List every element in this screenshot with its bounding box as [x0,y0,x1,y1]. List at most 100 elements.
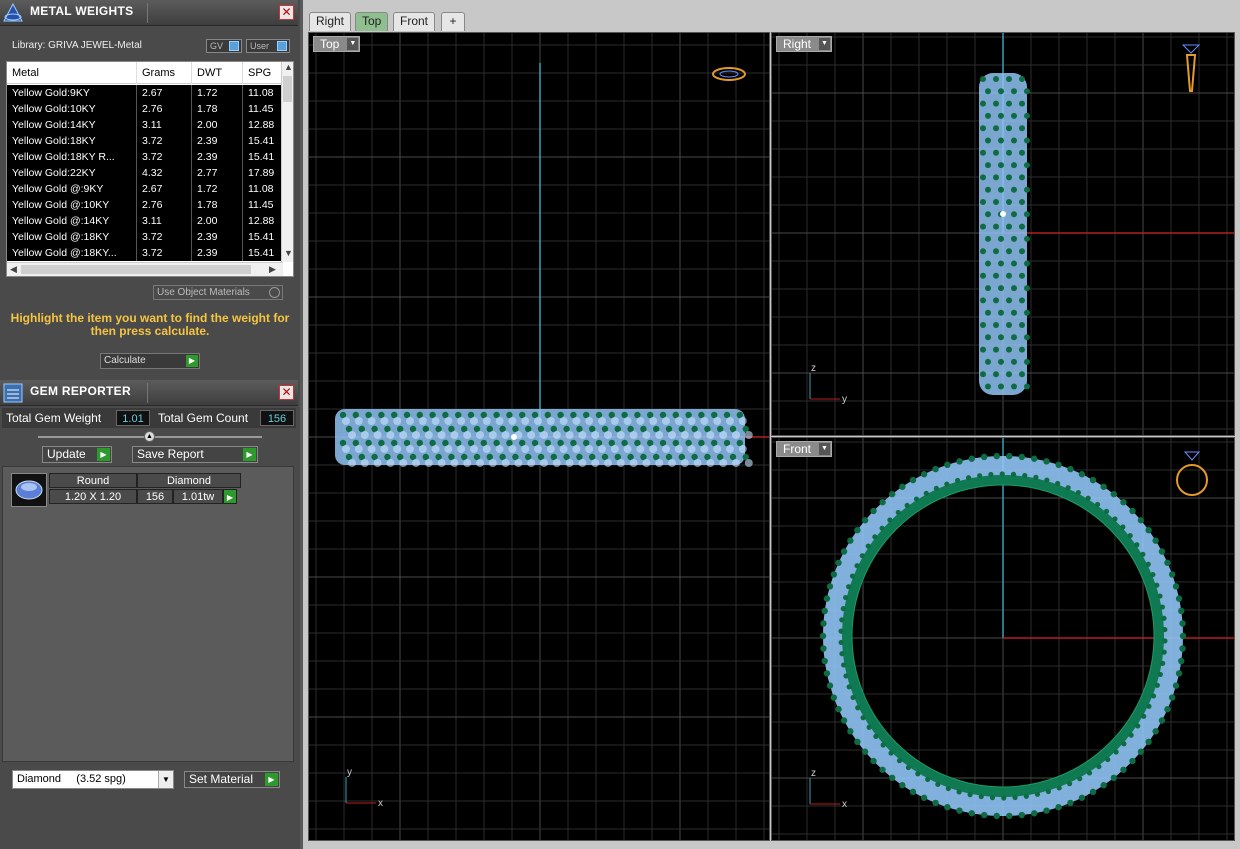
top-viewport-label[interactable]: Top ▼ [313,36,361,52]
prong [985,211,991,218]
metal-table-hscroll[interactable]: ◀ ▶ [7,262,283,276]
prong [1011,211,1017,218]
prong [823,595,831,602]
gv-toggle[interactable]: GV [206,39,242,53]
gem-seat [527,459,536,467]
close-gem-reporter-button[interactable]: ✕ [279,385,294,400]
chevron-down-icon[interactable]: ▼ [158,771,173,788]
grams-cell: 3.72 [137,133,192,149]
add-tab-button[interactable]: + [441,12,465,31]
prong [1024,309,1030,316]
chevron-down-icon[interactable]: ▼ [819,443,831,455]
slider-knob[interactable]: ▲ [144,431,155,442]
metal-row[interactable]: Yellow Gold @:9KY 2.67 1.72 11.08 [7,181,283,197]
front-viewport-canvas[interactable]: zx [772,438,1235,841]
metal-row[interactable]: Yellow Gold @:10KY 2.76 1.78 11.45 [7,197,283,213]
gem-seat [488,431,497,439]
metal-row[interactable]: Yellow Gold:22KY 4.32 2.77 17.89 [7,165,283,181]
metal-name-cell: Yellow Gold @:18KY... [7,245,137,261]
gem-seat [470,417,478,425]
calculate-button[interactable]: Calculate ▶ [100,353,200,369]
scroll-right-icon[interactable]: ▶ [269,264,276,275]
gem-details-go-icon[interactable]: ▶ [223,489,237,504]
metal-row[interactable]: Yellow Gold:18KY 3.72 2.39 15.41 [7,133,283,149]
scroll-down-icon[interactable]: ▼ [284,248,293,258]
col-metal[interactable]: Metal [7,62,137,84]
tab-front[interactable]: Front [393,12,436,31]
gem-seat [738,445,747,453]
save-report-button[interactable]: Save Report ▶ [132,446,258,463]
col-spg[interactable]: SPG [243,62,283,84]
material-select[interactable]: Diamond (3.52 spg) ▼ [12,770,174,789]
gem-seat [482,417,491,425]
prong [993,125,999,132]
front-viewport-label[interactable]: Front ▼ [776,441,833,457]
prong [1137,517,1145,524]
gem-thumbnail [11,473,47,507]
gem-seat [610,417,619,425]
total-gem-count-label: Total Gem Count [158,411,249,425]
right-viewport-label[interactable]: Right ▼ [776,36,833,52]
metal-row[interactable]: Yellow Gold:14KY 3.11 2.00 12.88 [7,117,283,133]
prong [998,112,1004,119]
gem-slider[interactable]: ▲ [38,431,262,442]
prong [866,724,872,730]
set-material-button[interactable]: Set Material ▶ [184,771,280,788]
use-object-materials-toggle[interactable]: Use Object Materials [153,285,283,300]
vscroll-thumb[interactable] [283,76,292,102]
prong [870,507,877,515]
gem-seat [342,417,350,425]
scroll-up-icon[interactable]: ▲ [284,62,293,72]
chevron-down-icon[interactable]: ▼ [819,38,831,50]
prong [1105,756,1111,763]
hscroll-thumb[interactable] [21,265,251,274]
top-viewport[interactable]: yx Top ▼ [308,32,770,841]
metal-table-vscroll[interactable]: ▲ ▼ [281,62,293,262]
gem-seat [373,431,382,439]
col-grams[interactable]: Grams [137,62,192,84]
chevron-down-icon[interactable]: ▼ [347,38,359,50]
right-viewport[interactable]: zy Right ▼ [771,32,1235,436]
prong [1159,604,1165,610]
tab-top[interactable]: Top [355,12,389,31]
right-viewport-canvas[interactable]: zy [772,33,1235,436]
metal-row[interactable]: Yellow Gold:10KY 2.76 1.78 11.45 [7,101,283,117]
gem-seat [559,445,568,453]
update-button[interactable]: Update ▶ [42,446,112,463]
prong [1150,693,1157,699]
prong [1178,657,1185,665]
gem-seat [534,445,542,453]
ring-orientation-icon [712,67,746,81]
spg-cell: 15.41 [243,229,283,245]
gem-count: 156 [137,489,173,504]
prong [944,461,951,469]
metal-name-cell: Yellow Gold @:18KY [7,229,137,245]
gem-seat [367,417,376,425]
col-dwt[interactable]: DWT [192,62,243,84]
metal-row[interactable]: Yellow Gold:18KY R... 3.72 2.39 15.41 [7,149,283,165]
close-metal-weights-button[interactable]: ✕ [279,5,294,20]
metal-row[interactable]: Yellow Gold:9KY 2.67 1.72 11.08 [7,85,283,101]
dwt-cell: 2.00 [192,213,243,229]
prong [1022,472,1028,479]
use-object-materials-radio[interactable] [269,287,280,298]
front-viewport[interactable]: zx Front ▼ [771,437,1235,841]
prong [1031,455,1038,462]
prong [870,757,877,765]
gem-seat [700,417,709,425]
gem-list-item[interactable]: Round Diamond 1.20 X 1.20 156 1.01tw ▶ [11,473,269,507]
tab-right[interactable]: Right [309,12,352,31]
prong [854,526,861,534]
grams-cell: 2.76 [137,101,192,117]
metal-row[interactable]: Yellow Gold @:18KY 3.72 2.39 15.41 [7,229,283,245]
metal-row[interactable]: Yellow Gold @:14KY 3.11 2.00 12.88 [7,213,283,229]
prong [1018,453,1026,461]
metal-table: Metal Grams DWT SPG Yellow Gold:9KY 2.67 1… [6,61,294,277]
user-toggle[interactable]: User [246,39,290,53]
prong [1024,88,1030,95]
view-tabs: Right Top Front + [303,8,1240,32]
metal-row[interactable]: Yellow Gold @:18KY... 3.72 2.39 15.41 [7,245,283,261]
top-viewport-canvas[interactable]: yx [309,33,770,841]
gem-seat [604,459,612,467]
scroll-left-icon[interactable]: ◀ [10,264,17,275]
